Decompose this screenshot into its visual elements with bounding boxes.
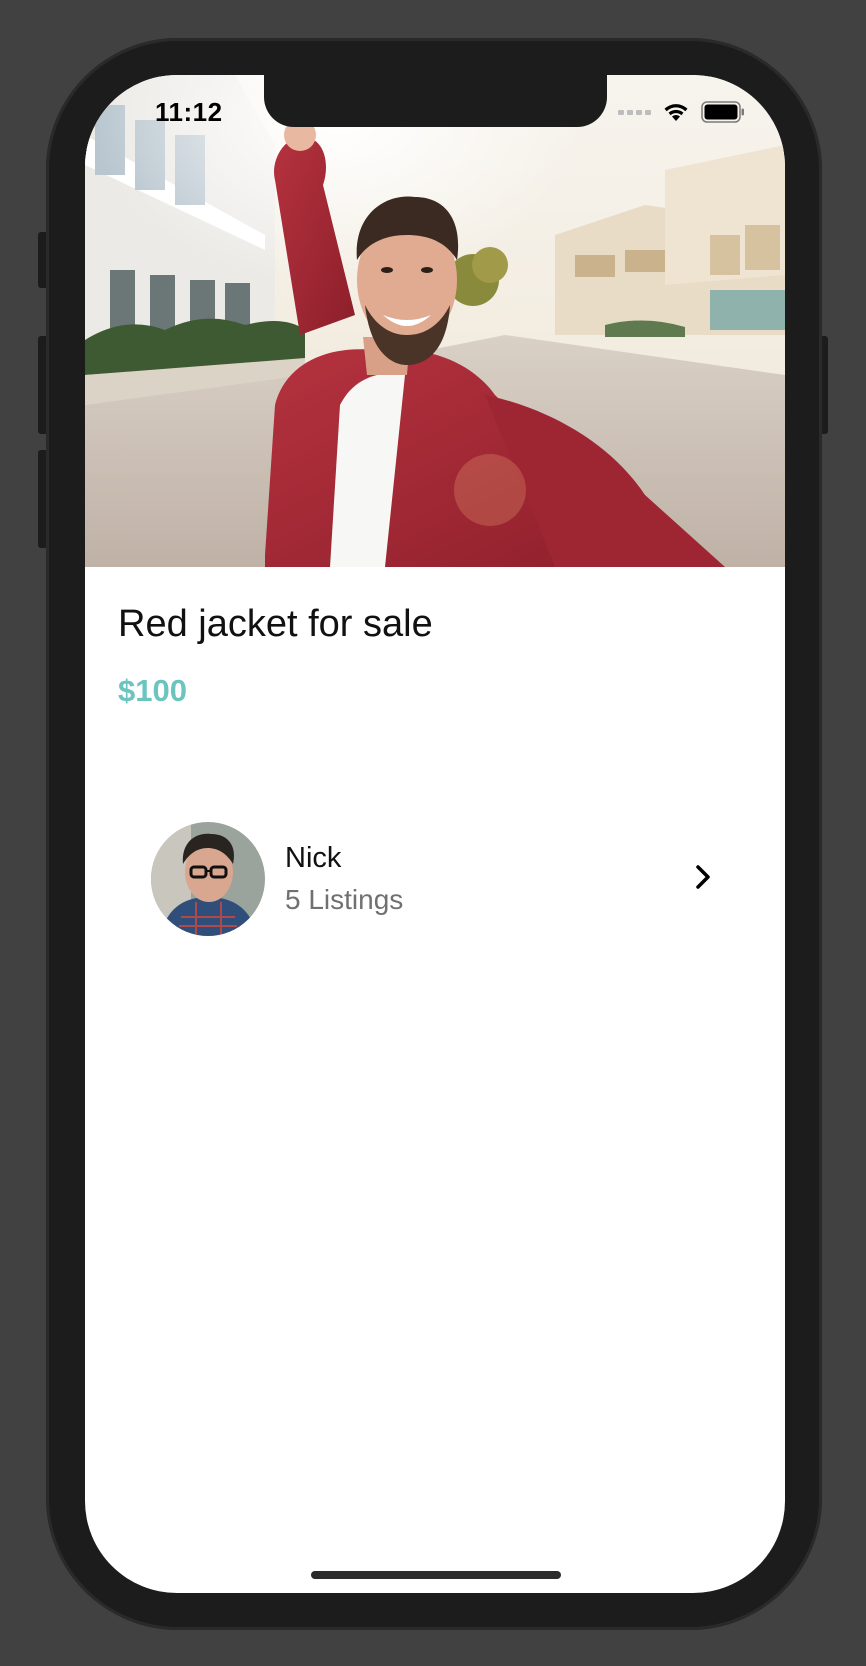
home-indicator[interactable] xyxy=(311,1571,561,1579)
avatar xyxy=(151,822,265,936)
seller-name: Nick xyxy=(285,842,342,874)
seller-listings-count: 5 Listings xyxy=(285,884,404,915)
notch xyxy=(264,75,607,127)
listing-price: $100 xyxy=(118,673,187,708)
wifi-icon xyxy=(664,104,688,121)
seller-row[interactable]: Nick 5 Listings xyxy=(125,820,735,940)
app-screen: 11:12 Red jacket for sale $100 Nick 5 Li… xyxy=(85,75,785,1593)
status-time: 11:12 xyxy=(155,97,223,127)
chevron-right-icon[interactable] xyxy=(690,862,716,892)
battery-icon xyxy=(701,101,744,123)
signal-icon xyxy=(618,109,651,115)
listing-title: Red jacket for sale xyxy=(118,603,433,645)
status-icons xyxy=(618,101,745,123)
listing-photo[interactable] xyxy=(85,75,785,567)
